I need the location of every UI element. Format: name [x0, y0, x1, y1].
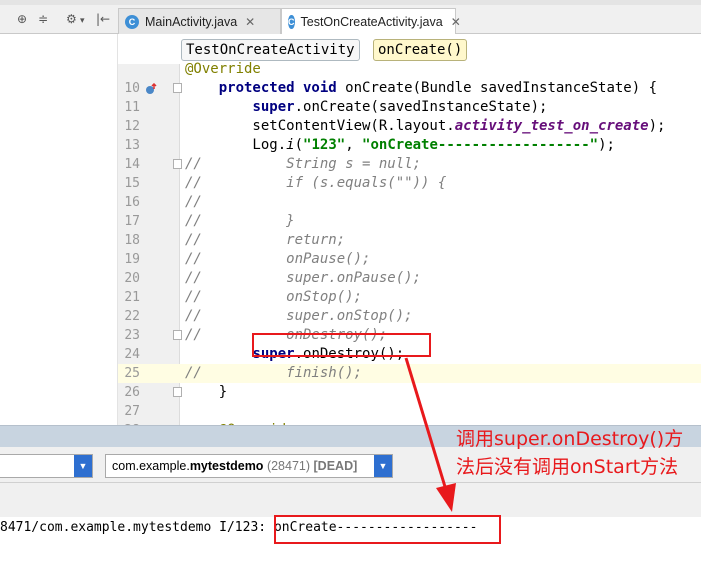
annotation-text: 调用super.onDestroy()方法后没有调用onStart方法	[456, 428, 684, 478]
annotation-arrow	[404, 357, 456, 512]
